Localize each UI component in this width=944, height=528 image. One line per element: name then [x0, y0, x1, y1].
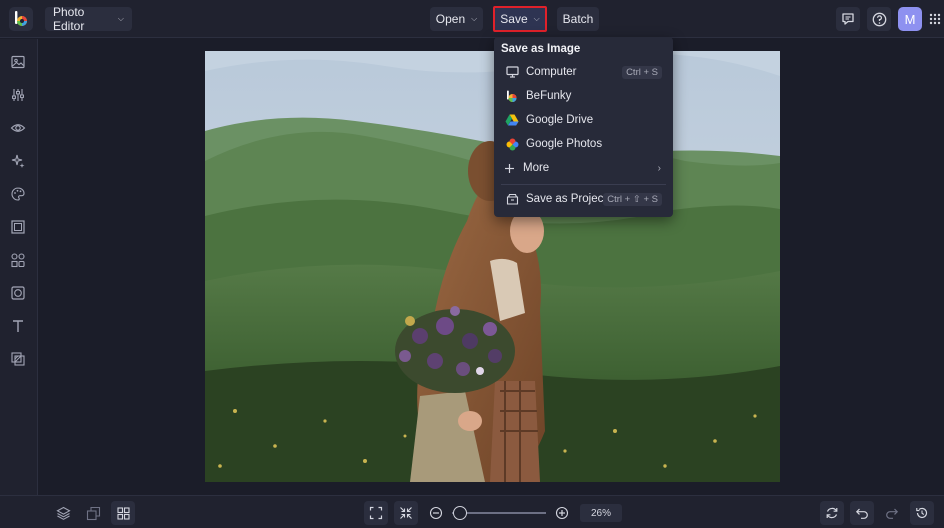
plus-icon — [502, 161, 516, 175]
photo-editor-label: Photo Editor — [53, 5, 85, 33]
adjustments-icon[interactable] — [9, 86, 27, 104]
save-to-computer-item[interactable]: Computer Ctrl + S — [494, 61, 673, 83]
undo-icon — [855, 508, 868, 519]
zoom-in-icon — [555, 506, 569, 520]
zoom-out-icon — [429, 506, 443, 520]
layers-button[interactable] — [51, 501, 75, 525]
chat-icon — [842, 13, 854, 25]
frames-icon[interactable] — [9, 218, 27, 236]
google-photos-label: Google Photos — [526, 138, 603, 150]
overlays-icon[interactable] — [9, 284, 27, 302]
computer-shortcut: Ctrl + S — [622, 65, 662, 79]
refresh-icon — [826, 507, 838, 519]
top-bar: Photo Editor ⌵ Open ⌵ Save ⌵ Batch M — [0, 0, 944, 38]
graphics-icon[interactable] — [9, 251, 27, 269]
save-button[interactable]: Save ⌵ — [493, 6, 547, 32]
save-label: Save — [500, 12, 528, 26]
left-sidebar — [0, 39, 38, 495]
textures-icon[interactable] — [9, 350, 27, 368]
refresh-button[interactable] — [820, 501, 844, 525]
image-manager-button[interactable] — [81, 501, 105, 525]
eye-icon[interactable] — [9, 119, 27, 137]
computer-label: Computer — [526, 66, 577, 78]
save-as-project-shortcut: Ctrl + ⇧ + S — [603, 192, 662, 206]
save-to-google-drive-item[interactable]: Google Drive — [494, 109, 673, 131]
monitor-icon — [505, 65, 519, 79]
chevron-down-icon: ⌵ — [533, 14, 540, 23]
save-as-image-heading: Save as Image — [501, 43, 581, 55]
chevron-down-icon: ⌵ — [117, 14, 124, 23]
menu-divider — [501, 184, 666, 185]
bottom-bar: 26% — [0, 495, 944, 528]
image-manager-icon — [86, 506, 100, 520]
save-as-project-item[interactable]: Save as Project Ctrl + ⇧ + S — [494, 188, 673, 210]
befunky-icon — [505, 89, 519, 103]
zoom-out-button[interactable] — [424, 501, 448, 525]
more-item[interactable]: More › — [494, 157, 673, 179]
zoom-slider-handle[interactable] — [453, 506, 467, 520]
grid-view-icon — [116, 506, 130, 520]
photo-canvas[interactable] — [205, 51, 780, 482]
undo-button[interactable] — [850, 501, 874, 525]
apps-grid-icon[interactable] — [928, 12, 942, 26]
more-label: More — [523, 162, 550, 174]
save-to-befunky-item[interactable]: BeFunky — [494, 85, 673, 107]
help-button[interactable] — [867, 7, 891, 31]
photo-editor-menu-button[interactable]: Photo Editor ⌵ — [45, 5, 132, 33]
effects-icon[interactable] — [9, 152, 27, 170]
chevron-down-icon: ⌵ — [471, 14, 478, 23]
fit-screen-icon — [369, 506, 383, 520]
image-icon[interactable] — [9, 53, 27, 71]
avatar-initial: M — [904, 11, 916, 27]
zoom-percentage[interactable]: 26% — [580, 504, 622, 522]
save-as-project-label: Save as Project — [526, 193, 607, 205]
befunky-logo[interactable] — [9, 7, 33, 31]
open-label: Open — [435, 12, 466, 26]
history-icon — [916, 507, 928, 519]
batch-button[interactable]: Batch — [557, 7, 599, 31]
shrink-icon — [400, 507, 412, 519]
google-drive-label: Google Drive — [526, 114, 594, 126]
redo-button[interactable] — [880, 501, 904, 525]
zoom-in-button[interactable] — [550, 501, 574, 525]
google-photos-icon — [505, 137, 519, 151]
meadow-photo — [205, 51, 780, 482]
project-icon — [505, 192, 519, 206]
open-button[interactable]: Open ⌵ — [430, 7, 483, 31]
batch-label: Batch — [562, 12, 594, 26]
artsy-icon[interactable] — [9, 185, 27, 203]
fit-to-screen-button[interactable] — [364, 501, 388, 525]
text-icon[interactable] — [9, 317, 27, 335]
save-to-google-photos-item[interactable]: Google Photos — [494, 133, 673, 155]
chevron-right-icon: › — [657, 162, 661, 174]
chat-button[interactable] — [836, 7, 860, 31]
actual-size-button[interactable] — [394, 501, 418, 525]
google-drive-icon — [505, 113, 519, 127]
layers-icon — [55, 506, 71, 520]
history-button[interactable] — [910, 501, 934, 525]
save-dropdown-menu: Save as Image Computer Ctrl + S BeFunky … — [494, 37, 673, 217]
grid-view-button[interactable] — [111, 501, 135, 525]
redo-icon — [886, 508, 899, 519]
help-icon — [872, 12, 886, 26]
user-avatar[interactable]: M — [898, 7, 922, 31]
befunky-label: BeFunky — [526, 90, 572, 102]
